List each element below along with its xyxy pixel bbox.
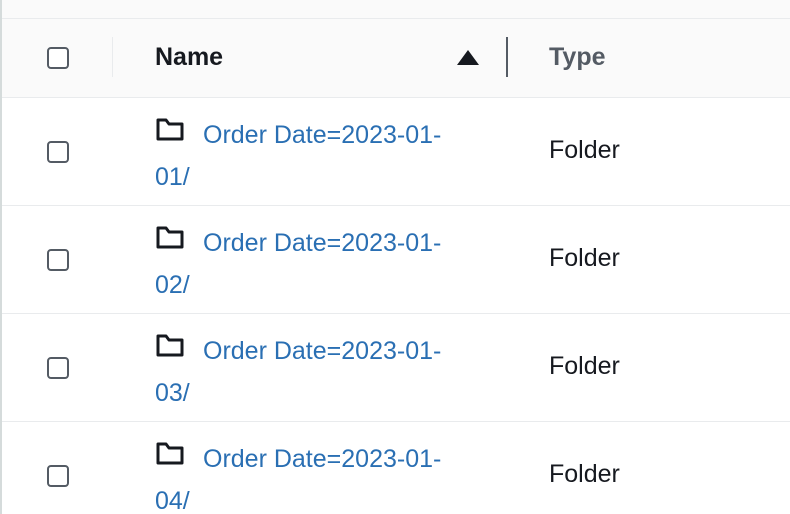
- folder-link[interactable]: Order Date=2023-01-04/: [155, 438, 465, 514]
- folder-link[interactable]: Order Date=2023-01-02/: [155, 222, 465, 306]
- table-row: Order Date=2023-01-02/ Folder: [2, 206, 790, 314]
- row-checkbox[interactable]: [47, 141, 69, 163]
- select-all-checkbox[interactable]: [47, 47, 69, 69]
- column-resizer[interactable]: [506, 37, 508, 77]
- table-top-strip: [2, 0, 790, 19]
- table-row: Order Date=2023-01-03/ Folder: [2, 314, 790, 422]
- row-checkbox[interactable]: [47, 357, 69, 379]
- folder-link[interactable]: Order Date=2023-01-01/: [155, 114, 465, 198]
- objects-table: Name Type Order Date=2023-01-01/ Folder …: [0, 0, 790, 514]
- table-header: Name Type: [2, 19, 790, 98]
- column-divider: [112, 37, 113, 77]
- type-cell: Folder: [549, 136, 620, 164]
- type-cell: Folder: [549, 460, 620, 488]
- folder-link[interactable]: Order Date=2023-01-03/: [155, 330, 465, 414]
- row-checkbox[interactable]: [47, 465, 69, 487]
- row-checkbox[interactable]: [47, 249, 69, 271]
- table-row: Order Date=2023-01-04/ Folder: [2, 422, 790, 514]
- table-row: Order Date=2023-01-01/ Folder: [2, 98, 790, 206]
- type-cell: Folder: [549, 244, 620, 272]
- sort-ascending-icon[interactable]: [457, 50, 479, 65]
- column-header-type[interactable]: Type: [549, 43, 606, 72]
- type-cell: Folder: [549, 352, 620, 380]
- column-header-name[interactable]: Name: [155, 43, 223, 72]
